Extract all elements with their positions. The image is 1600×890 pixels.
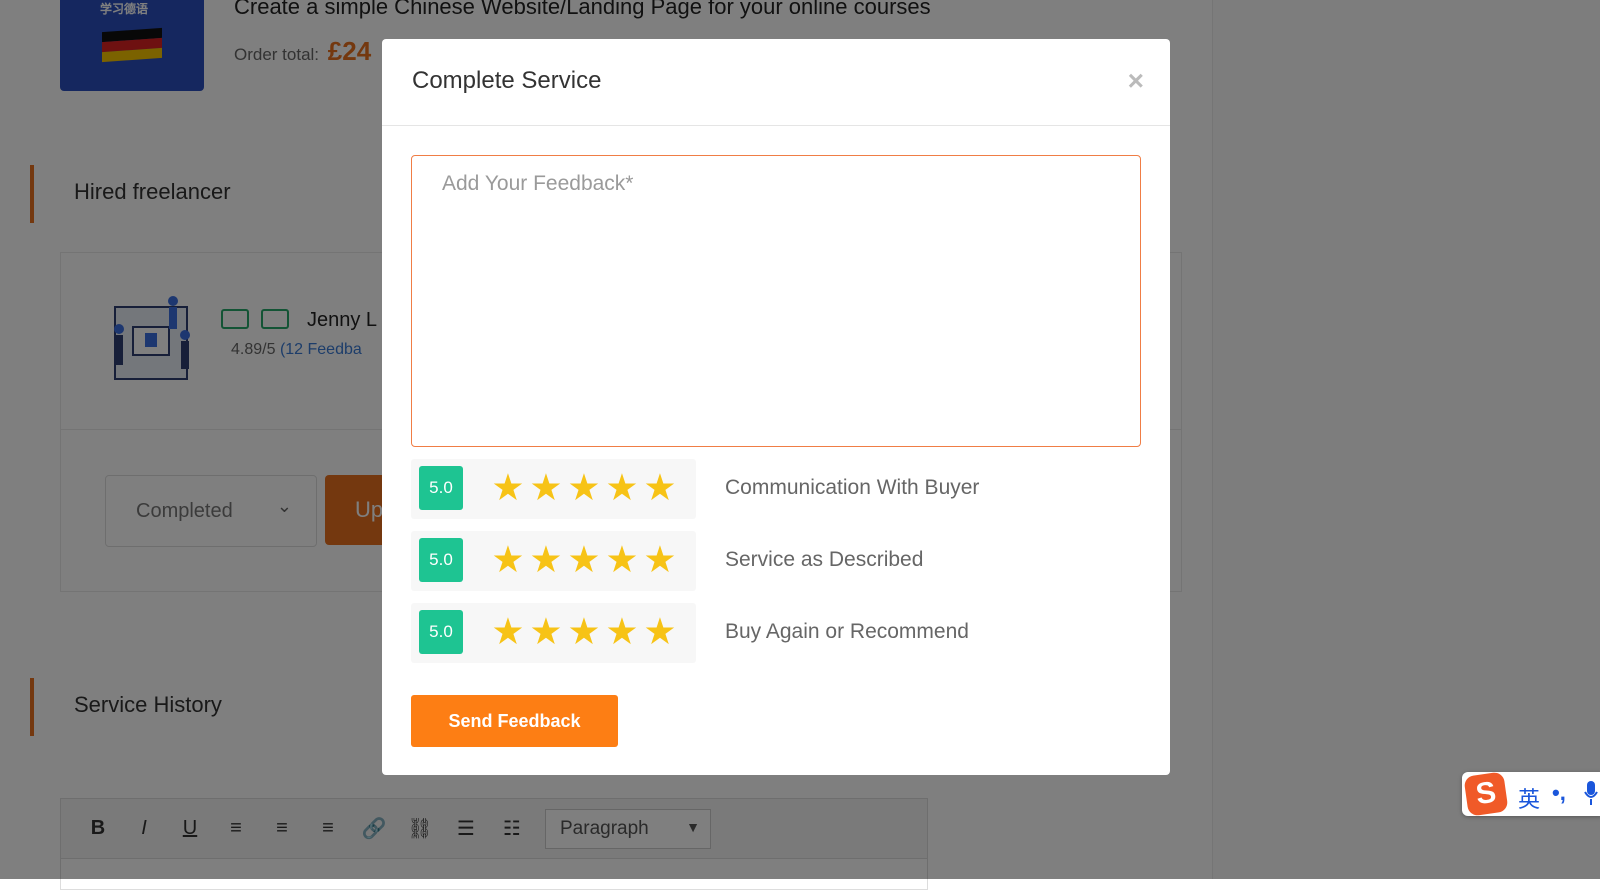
star-icon[interactable]: ★ [565,467,603,509]
star-icon[interactable]: ★ [603,611,641,653]
star-icon[interactable]: ★ [565,539,603,581]
score-badge: 5.0 [419,538,463,582]
modal-header: Complete Service × [382,39,1170,126]
modal-title: Complete Service [412,67,602,94]
ime-language-toggle[interactable]: 英 [1518,782,1540,814]
star-icon[interactable]: ★ [527,539,565,581]
rating-label: Service as Described [725,548,924,571]
rating-stars-box: 5.0 ★ ★ ★ ★ ★ [411,603,696,663]
star-icon[interactable]: ★ [603,539,641,581]
close-icon[interactable]: × [1128,65,1144,97]
star-icon[interactable]: ★ [603,467,641,509]
star-rating-service[interactable]: ★ ★ ★ ★ ★ [489,539,679,581]
rating-label: Communication With Buyer [725,476,980,499]
star-icon[interactable]: ★ [641,467,679,509]
star-icon[interactable]: ★ [641,539,679,581]
send-feedback-button[interactable]: Send Feedback [411,695,618,747]
rating-row-communication: 5.0 ★ ★ ★ ★ ★ Communication With Buyer [411,459,1141,519]
score-badge: 5.0 [419,610,463,654]
microphone-icon[interactable] [1584,780,1598,806]
rating-stars-box: 5.0 ★ ★ ★ ★ ★ [411,531,696,591]
score-badge: 5.0 [419,466,463,510]
star-rating-communication[interactable]: ★ ★ ★ ★ ★ [489,467,679,509]
star-icon[interactable]: ★ [489,611,527,653]
feedback-textarea[interactable] [411,155,1141,447]
star-icon[interactable]: ★ [641,611,679,653]
star-rating-recommend[interactable]: ★ ★ ★ ★ ★ [489,611,679,653]
ime-punctuation-toggle[interactable]: •, [1552,780,1566,806]
rating-row-recommend: 5.0 ★ ★ ★ ★ ★ Buy Again or Recommend [411,603,1141,663]
star-icon[interactable]: ★ [527,611,565,653]
star-icon[interactable]: ★ [489,467,527,509]
sogou-logo-icon[interactable]: S [1463,771,1509,817]
rating-row-service-described: 5.0 ★ ★ ★ ★ ★ Service as Described [411,531,1141,591]
complete-service-modal: Complete Service × 5.0 ★★★★★ Communicati… [382,39,1170,775]
star-icon[interactable]: ★ [527,467,565,509]
star-icon[interactable]: ★ [489,539,527,581]
rating-stars-box: 5.0 ★ ★ ★ ★ ★ [411,459,696,519]
star-icon[interactable]: ★ [565,611,603,653]
rating-label: Buy Again or Recommend [725,620,969,643]
ime-toolbar[interactable]: S 英 •, [1462,771,1600,817]
